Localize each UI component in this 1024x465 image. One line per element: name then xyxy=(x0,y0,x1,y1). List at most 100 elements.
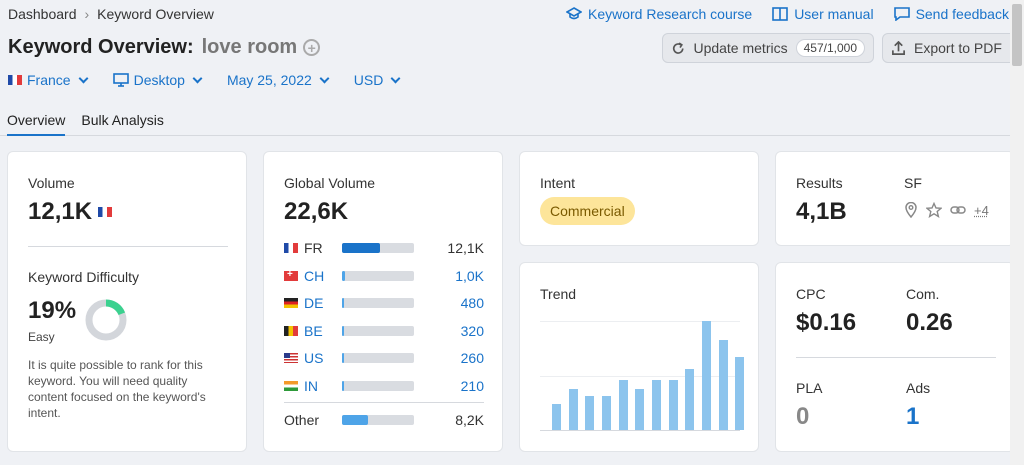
export-pdf-button[interactable]: Export to PDF xyxy=(882,33,1016,63)
country-code[interactable]: IN xyxy=(304,378,342,394)
upload-icon xyxy=(892,40,905,55)
ads-label: Ads xyxy=(906,380,931,396)
country-bar xyxy=(342,325,414,336)
trend-bar xyxy=(635,388,645,430)
difficulty-level: Easy xyxy=(28,330,55,344)
france-flag-icon xyxy=(98,207,113,217)
de-flag-icon xyxy=(284,298,298,308)
star-icon[interactable] xyxy=(926,202,942,218)
pla-value: 0 xyxy=(796,403,810,430)
trend-bar xyxy=(652,379,661,430)
page-title-label: Keyword Overview: xyxy=(8,36,194,58)
graduation-cap-icon xyxy=(566,7,582,20)
update-count-badge: 457/1,000 xyxy=(795,39,865,57)
country-value[interactable]: 320 xyxy=(461,323,484,339)
divider xyxy=(284,402,484,403)
trend-label: Trend xyxy=(540,286,577,302)
country-bar xyxy=(342,298,414,308)
date-select[interactable]: May 25, 2022 xyxy=(226,72,330,88)
filter-bar: France Desktop May 25, 2022 USD xyxy=(8,72,401,88)
country-select[interactable]: France xyxy=(8,72,89,88)
send-feedback-link[interactable]: Send feedback xyxy=(893,6,1009,22)
date-label: May 25, 2022 xyxy=(226,72,312,88)
trend-card: Trend xyxy=(519,262,759,452)
fr-flag-icon xyxy=(284,243,298,253)
country-row: DE 480 xyxy=(284,295,484,311)
scrollbar[interactable] xyxy=(1010,0,1024,465)
trend-bar xyxy=(618,379,628,430)
country-bar-fill xyxy=(342,325,345,336)
cpc-card: CPC $0.16 Com. 0.26 PLA 0 Ads 1 xyxy=(775,262,1015,452)
results-value: 4,1B xyxy=(796,198,847,225)
trend-chart xyxy=(540,321,745,431)
country-code[interactable]: CH xyxy=(304,268,342,284)
country-bar-fill xyxy=(342,380,345,391)
chat-bubble-icon xyxy=(893,7,910,21)
breadcrumb-current: Keyword Overview xyxy=(97,6,214,22)
tab-overview[interactable]: Overview xyxy=(7,112,66,136)
ads-value[interactable]: 1 xyxy=(906,403,919,431)
currency-select[interactable]: USD xyxy=(354,72,401,88)
chevron-down-icon xyxy=(78,73,89,83)
update-metrics-label: Update metrics xyxy=(693,40,788,56)
location-pin-icon[interactable] xyxy=(904,202,918,218)
country-code[interactable]: BE xyxy=(304,323,342,339)
scrollbar-thumb[interactable] xyxy=(1012,4,1022,66)
book-icon xyxy=(772,7,788,21)
device-label: Desktop xyxy=(133,72,185,88)
other-value: 8,2K xyxy=(455,412,484,428)
keyword-course-link[interactable]: Keyword Research course xyxy=(566,6,752,22)
trend-bar xyxy=(668,379,678,430)
intent-badge[interactable]: Commercial xyxy=(540,197,635,225)
difficulty-label: Keyword Difficulty xyxy=(28,269,140,285)
volume-value-row: 12,1K xyxy=(28,198,113,226)
be-flag-icon xyxy=(284,325,298,336)
country-bar-fill xyxy=(342,270,345,281)
country-bar xyxy=(342,380,414,391)
country-bar xyxy=(342,243,414,253)
trend-bar xyxy=(718,339,728,430)
country-bar xyxy=(342,353,414,363)
country-value[interactable]: 480 xyxy=(461,295,484,311)
tab-bulk-analysis[interactable]: Bulk Analysis xyxy=(81,112,163,136)
device-select[interactable]: Desktop xyxy=(112,72,203,88)
page-title: Keyword Overview: love room + xyxy=(8,36,321,59)
export-pdf-label: Export to PDF xyxy=(914,40,1002,56)
trend-bar xyxy=(735,356,745,430)
cpc-label: CPC xyxy=(796,286,826,302)
country-code[interactable]: US xyxy=(304,350,342,366)
sf-more-link[interactable]: +4 xyxy=(974,203,989,218)
cpc-value: $0.16 xyxy=(796,309,857,336)
trend-bars xyxy=(540,321,745,430)
other-bar xyxy=(342,415,414,425)
volume-card: Volume 12,1K Keyword Difficulty 19% Easy… xyxy=(7,151,247,452)
tab-bar: Overview Bulk Analysis xyxy=(0,112,1010,136)
country-label: France xyxy=(27,72,71,88)
country-row: FR 12,1K xyxy=(284,240,484,256)
com-label: Com. xyxy=(906,286,940,302)
pla-label: PLA xyxy=(796,380,823,396)
country-value[interactable]: 260 xyxy=(461,350,484,366)
breadcrumb-dashboard[interactable]: Dashboard xyxy=(8,6,77,22)
com-value: 0.26 xyxy=(906,309,953,336)
country-code: FR xyxy=(304,240,323,256)
update-metrics-button[interactable]: Update metrics 457/1,000 xyxy=(662,33,874,63)
us-flag-icon xyxy=(284,353,298,363)
keyword-course-label: Keyword Research course xyxy=(588,6,753,22)
country-value[interactable]: 210 xyxy=(461,378,484,394)
country-value[interactable]: 1,0K xyxy=(455,268,484,284)
global-volume-label: Global Volume xyxy=(284,175,376,191)
add-keyword-icon[interactable]: + xyxy=(303,39,321,56)
country-code[interactable]: DE xyxy=(304,295,342,311)
sf-label: SF xyxy=(904,175,922,191)
link-icon[interactable] xyxy=(950,202,966,218)
country-bar xyxy=(342,270,414,281)
ch-flag-icon xyxy=(284,269,298,281)
trend-bar xyxy=(702,321,711,430)
country-row: BE 320 xyxy=(284,323,484,339)
trend-bar xyxy=(552,403,561,430)
breadcrumb: Dashboard › Keyword Overview xyxy=(8,6,214,22)
keyword-text: love room xyxy=(201,36,298,58)
user-manual-link[interactable]: User manual xyxy=(772,6,874,22)
other-label: Other xyxy=(284,412,320,428)
